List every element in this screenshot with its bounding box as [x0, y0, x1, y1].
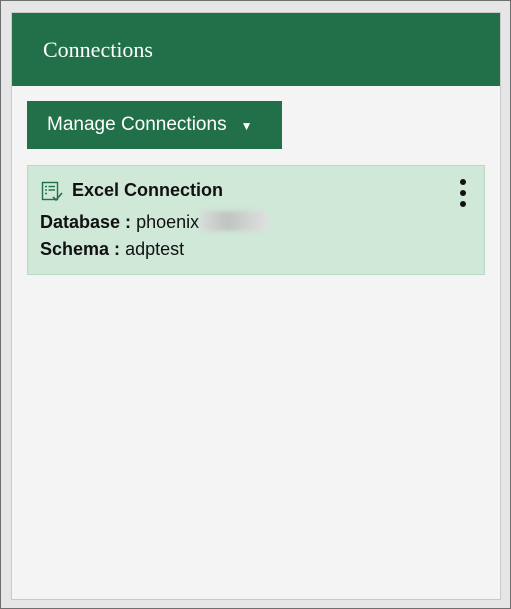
- schema-row: Schema : adptest: [40, 239, 184, 260]
- redacted-blur: [200, 211, 269, 231]
- database-label: Database :: [40, 212, 132, 232]
- connection-card[interactable]: Excel Connection Database : phoenix Sche…: [27, 165, 485, 275]
- caret-down-icon: ▼: [240, 119, 253, 133]
- panel-header: Connections: [12, 13, 500, 86]
- manage-connections-button[interactable]: Manage Connections ▼: [27, 101, 282, 149]
- database-row: Database : phoenix: [40, 211, 269, 233]
- database-value: phoenix: [136, 212, 200, 232]
- schema-label: Schema :: [40, 239, 121, 259]
- connection-name: Excel Connection: [72, 180, 224, 200]
- schema-value: adptest: [125, 239, 185, 259]
- window-frame: Connections Manage Connections ▼ Excel C…: [0, 0, 511, 609]
- more-options-icon[interactable]: [457, 179, 469, 207]
- manage-connections-label: Manage Connections: [47, 114, 227, 135]
- panel-title: Connections: [43, 37, 153, 62]
- connections-panel: Connections Manage Connections ▼ Excel C…: [11, 12, 501, 600]
- kebab-dot: [460, 179, 466, 185]
- kebab-dot: [460, 190, 466, 196]
- kebab-dot: [460, 201, 466, 207]
- connection-checklist-icon: [41, 181, 63, 202]
